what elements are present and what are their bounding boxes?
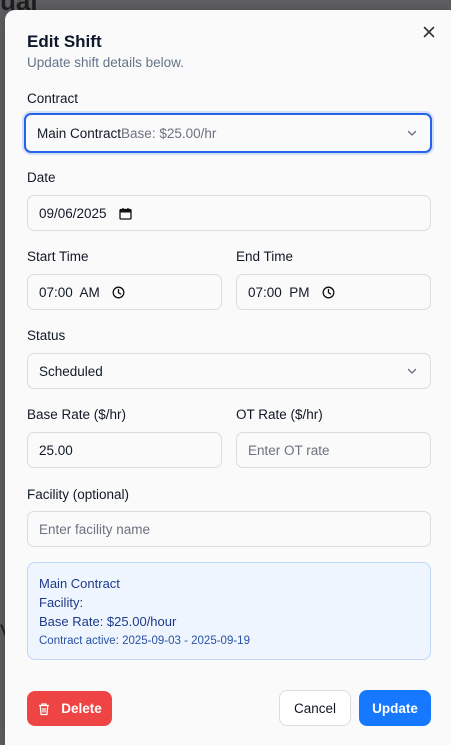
base-rate-label: Base Rate ($/hr) xyxy=(27,407,127,422)
facility-placeholder: Enter facility name xyxy=(39,521,151,537)
edit-shift-dialog: Edit Shift Update shift details below. C… xyxy=(5,10,451,745)
info-base-rate: Base Rate: $25.00/hour xyxy=(39,614,177,629)
contract-select[interactable]: Main Contract Base: $25.00/hr xyxy=(24,113,432,153)
facility-label: Facility (optional) xyxy=(27,487,130,502)
dialog-title: Edit Shift xyxy=(27,32,102,51)
status-value: Scheduled xyxy=(39,363,103,379)
date-value: 09/06/2025 xyxy=(39,205,107,221)
status-select[interactable]: Scheduled xyxy=(27,353,431,389)
delete-button[interactable]: Delete xyxy=(27,691,112,726)
chevron-down-icon xyxy=(406,127,418,139)
clock-icon[interactable] xyxy=(322,286,335,299)
info-facility: Facility: xyxy=(39,595,84,610)
update-label: Update xyxy=(372,700,418,716)
date-input[interactable]: 09/06/2025 xyxy=(27,195,431,231)
status-label: Status xyxy=(27,328,66,343)
dialog-subtitle: Update shift details below. xyxy=(27,55,184,70)
info-contract-name: Main Contract xyxy=(39,576,120,591)
info-active-dates: Contract active: 2025-09-03 - 2025-09-19 xyxy=(39,635,250,647)
contract-info-panel: Main Contract Facility: Base Rate: $25.0… xyxy=(27,562,431,660)
date-label: Date xyxy=(27,170,56,185)
end-time-value: 07:00 PM xyxy=(248,284,310,300)
trash-icon xyxy=(37,702,51,716)
calendar-icon[interactable] xyxy=(118,207,132,220)
start-time-value: 07:00 AM xyxy=(39,284,100,300)
close-icon xyxy=(421,26,437,44)
end-time-label: End Time xyxy=(236,249,294,264)
start-time-label: Start Time xyxy=(27,249,89,264)
base-rate-input[interactable]: 25.00 xyxy=(27,432,222,468)
start-time-input[interactable]: 07:00 AM xyxy=(27,274,222,310)
clock-icon[interactable] xyxy=(112,286,125,299)
cancel-button[interactable]: Cancel xyxy=(279,690,351,726)
contract-selected-detail: Base: $25.00/hr xyxy=(121,125,217,141)
delete-label: Delete xyxy=(61,701,102,716)
chevron-down-icon xyxy=(406,365,418,377)
ot-rate-placeholder: Enter OT rate xyxy=(248,442,330,458)
base-rate-value: 25.00 xyxy=(39,442,73,458)
update-button[interactable]: Update xyxy=(359,690,431,726)
contract-selected-name: Main Contract xyxy=(37,125,122,141)
cancel-label: Cancel xyxy=(293,700,337,716)
ot-rate-label: OT Rate ($/hr) xyxy=(236,407,323,422)
facility-input[interactable]: Enter facility name xyxy=(27,511,431,547)
ot-rate-input[interactable]: Enter OT rate xyxy=(236,432,431,468)
end-time-input[interactable]: 07:00 PM xyxy=(236,274,431,310)
close-button[interactable] xyxy=(421,24,437,40)
contract-label: Contract xyxy=(27,91,79,106)
